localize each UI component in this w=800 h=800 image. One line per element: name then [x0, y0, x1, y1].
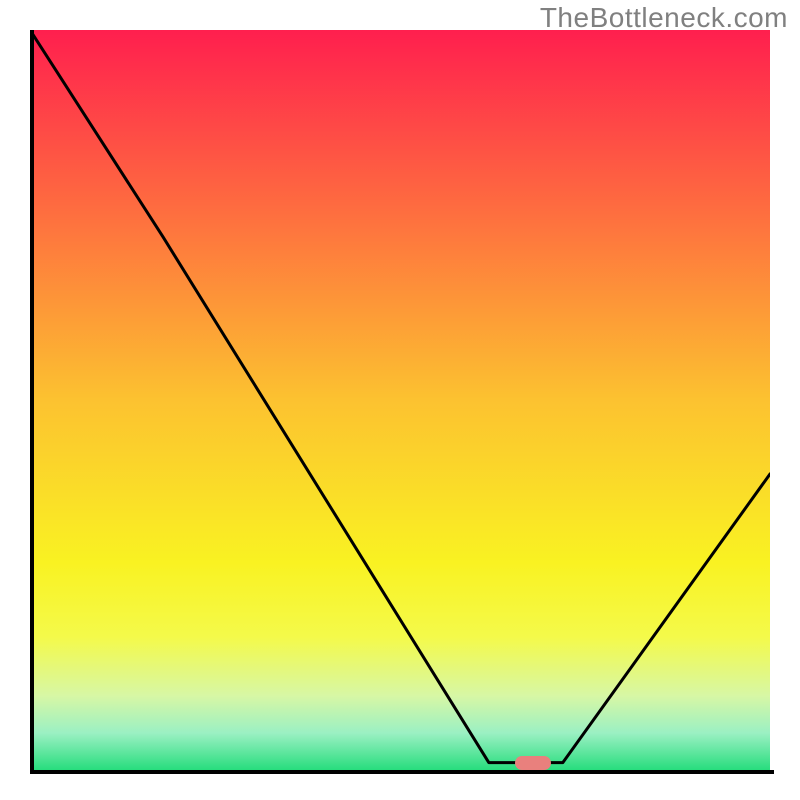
optimal-marker [515, 756, 551, 770]
plot-area [30, 30, 770, 770]
chart-stage: TheBottleneck.com [0, 0, 800, 800]
x-axis-line [30, 770, 774, 774]
y-axis-line [30, 30, 34, 774]
watermark-text: TheBottleneck.com [540, 2, 788, 34]
bottleneck-curve [30, 30, 770, 770]
